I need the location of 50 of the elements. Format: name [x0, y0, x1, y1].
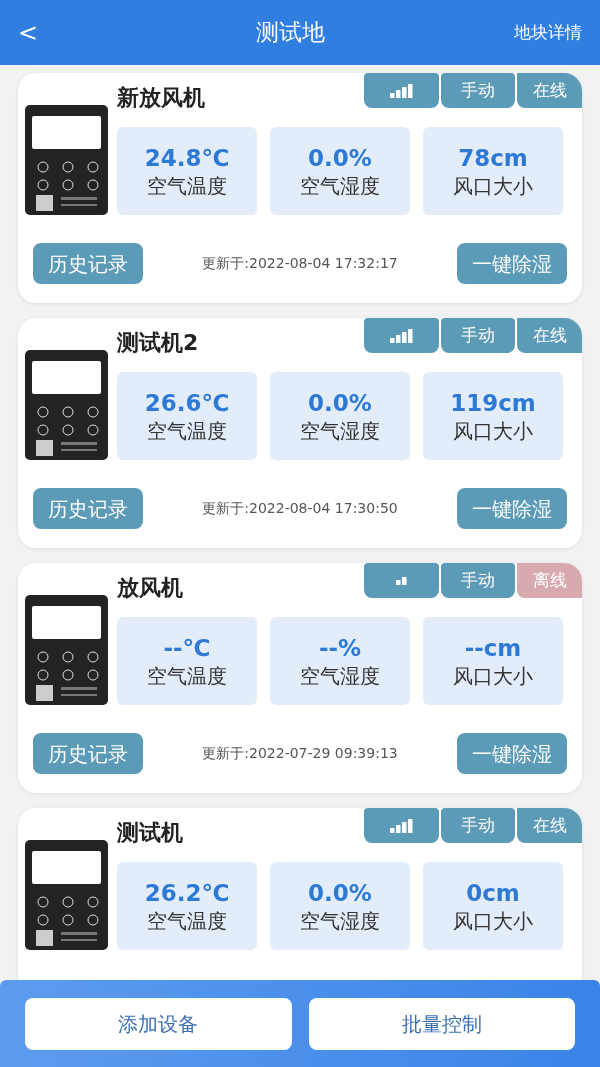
- metric-label: 风口大小: [453, 175, 533, 196]
- metric-label: 空气温度: [147, 665, 227, 686]
- status-badge: 在线: [517, 318, 582, 353]
- metric-label: 空气湿度: [300, 175, 380, 196]
- back-button[interactable]: <: [18, 14, 88, 51]
- metric-value: 24.8℃: [144, 146, 230, 170]
- metric-label: 空气湿度: [300, 665, 380, 686]
- device-name: 测试机: [117, 819, 183, 847]
- device-name: 测试机2: [117, 329, 199, 357]
- metric-label: 风口大小: [453, 665, 533, 686]
- metric-label: 空气温度: [147, 175, 227, 196]
- mode-badge: 手动: [441, 318, 515, 353]
- batch-control-button[interactable]: 批量控制: [308, 997, 575, 1050]
- update-time: 更新于:2022-08-04 17:30:50: [202, 499, 398, 518]
- mode-badge: 手动: [441, 73, 515, 108]
- history-button[interactable]: 历史记录: [33, 733, 143, 774]
- dehumidify-button[interactable]: 一键除湿: [457, 488, 567, 529]
- status-badge: 离线: [517, 563, 582, 598]
- metric-label: 空气湿度: [300, 910, 380, 931]
- metric-value: --℃: [163, 636, 211, 660]
- device-name: 新放风机: [117, 84, 205, 112]
- metric-value: 26.6℃: [144, 391, 230, 415]
- metric-value: --%: [318, 636, 362, 660]
- update-time: 更新于:2022-08-04 17:32:17: [202, 254, 398, 273]
- metric-value: 0cm: [466, 881, 520, 905]
- mode-badge: 手动: [441, 808, 515, 843]
- status-badge: 在线: [517, 73, 582, 108]
- metric-value: --cm: [464, 636, 522, 660]
- plot-details-link[interactable]: 地块详情: [492, 19, 582, 46]
- metric-label: 空气温度: [147, 420, 227, 441]
- metric-value: 0.0%: [308, 391, 372, 415]
- metric-value: 78cm: [458, 146, 528, 170]
- status-badge: 在线: [517, 808, 582, 843]
- metric-label: 风口大小: [453, 420, 533, 441]
- dehumidify-button[interactable]: 一键除湿: [457, 733, 567, 774]
- device-name: 放风机: [117, 574, 183, 602]
- metric-value: 0.0%: [308, 146, 372, 170]
- page-title: 测试地: [255, 18, 325, 48]
- metric-value: 119cm: [450, 391, 536, 415]
- metric-label: 空气温度: [147, 910, 227, 931]
- dehumidify-button[interactable]: 一键除湿: [457, 243, 567, 284]
- mode-badge: 手动: [441, 563, 515, 598]
- metric-label: 风口大小: [453, 910, 533, 931]
- history-button[interactable]: 历史记录: [33, 243, 143, 284]
- update-time: 更新于:2022-07-29 09:39:13: [202, 744, 398, 763]
- metric-value: 26.2℃: [144, 881, 230, 905]
- metric-value: 0.0%: [308, 881, 372, 905]
- add-device-button[interactable]: 添加设备: [25, 997, 292, 1050]
- metric-label: 空气湿度: [300, 420, 380, 441]
- history-button[interactable]: 历史记录: [33, 488, 143, 529]
